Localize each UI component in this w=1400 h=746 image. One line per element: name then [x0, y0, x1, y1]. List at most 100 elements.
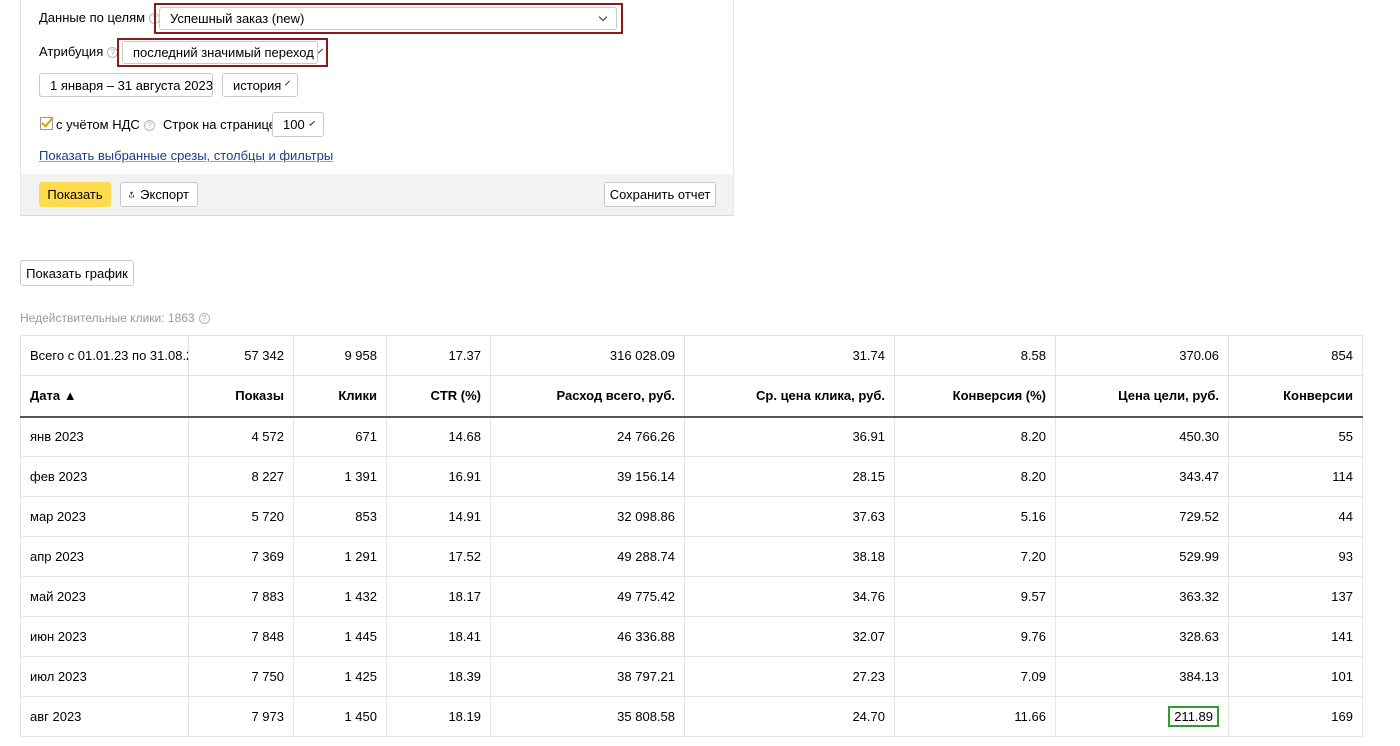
attribution-select[interactable]: последний значимый переход: [122, 41, 323, 64]
row-date: апр 2023: [20, 536, 189, 577]
table-cell: 450.30: [1055, 416, 1229, 457]
help-icon[interactable]: ?: [143, 120, 155, 132]
date-range-button[interactable]: 1 января – 31 августа 2023: [39, 73, 213, 97]
row-date: авг 2023: [20, 696, 189, 737]
column-header[interactable]: Дата ▲: [20, 375, 189, 418]
row-date: мар 2023: [20, 496, 189, 537]
table-cell: 101: [1228, 656, 1363, 697]
table-row: апр 2023 7 369 1 291 17.52 49 288.74 38.18 7.2…: [20, 536, 1363, 577]
attribution-select-value: последний значимый переход: [133, 45, 314, 60]
show-button[interactable]: Показать: [39, 182, 111, 207]
column-header[interactable]: CTR (%): [386, 375, 491, 418]
statistics-table: Всего с 01.01.23 по 31.08.23 57 342 9 958 1…: [20, 335, 1363, 737]
table-cell: 44: [1228, 496, 1363, 537]
show-chart-button[interactable]: Показать график: [20, 260, 134, 286]
table-cell: 27.23: [684, 656, 895, 697]
table-cell: 49 288.74: [490, 536, 685, 577]
table-cell: 7 848: [188, 616, 294, 657]
table-cell: 343.47: [1055, 456, 1229, 497]
chevron-down-icon: [308, 119, 315, 126]
table-cell: 7 973: [188, 696, 294, 737]
total-cell: 17.37: [386, 335, 491, 376]
row-date: июн 2023: [20, 616, 189, 657]
rows-per-page-label: Строк на странице: [163, 117, 277, 132]
table-cell: 328.63: [1055, 616, 1229, 657]
table-cell: 8 227: [188, 456, 294, 497]
table-cell: 853: [293, 496, 387, 537]
show-selected-filters-link[interactable]: Показать выбранные срезы, столбцы и филь…: [39, 148, 333, 163]
column-header[interactable]: Ср. цена клика, руб.: [684, 375, 895, 418]
table-total-row: Всего с 01.01.23 по 31.08.23 57 342 9 958 1…: [20, 335, 1363, 376]
table-cell: 14.68: [386, 416, 491, 457]
history-select[interactable]: история: [222, 73, 298, 97]
column-header[interactable]: Цена цели, руб.: [1055, 375, 1229, 418]
table-row: авг 2023 7 973 1 450 18.19 35 808.58 24.70 11.…: [20, 696, 1363, 737]
chevron-down-icon: [285, 80, 291, 86]
table-cell: 16.91: [386, 456, 491, 497]
table-cell: 11.66: [894, 696, 1056, 737]
column-header[interactable]: Показы: [188, 375, 294, 418]
column-header[interactable]: Конверсия (%): [894, 375, 1056, 418]
invalid-clicks-info: Недействительные клики: 1863?: [20, 311, 210, 325]
table-cell: 37.63: [684, 496, 895, 537]
goal-select[interactable]: Успешный заказ (new): [159, 7, 617, 30]
report-settings-panel: Данные по целям? Успешный заказ (new) Ат…: [20, 0, 734, 216]
table-cell: 35 808.58: [490, 696, 685, 737]
row-date: фев 2023: [20, 456, 189, 497]
vat-checkbox[interactable]: [40, 115, 53, 130]
invalid-clicks-text: Недействительные клики: 1863: [20, 311, 195, 325]
export-icon: [129, 191, 135, 198]
table-cell: 1 450: [293, 696, 387, 737]
table-cell: 18.39: [386, 656, 491, 697]
total-cell: 31.74: [684, 335, 895, 376]
column-header[interactable]: Конверсии: [1228, 375, 1363, 418]
table-cell: 529.99: [1055, 536, 1229, 577]
table-cell: 24.70: [684, 696, 895, 737]
chevron-down-icon: [598, 12, 608, 21]
attribution-label: Атрибуция?: [39, 44, 119, 59]
export-button[interactable]: Экспорт: [120, 182, 198, 207]
rows-per-page-select[interactable]: 100: [272, 112, 324, 137]
total-cell: 57 342: [188, 335, 294, 376]
table-cell: 8.20: [894, 416, 1056, 457]
row-date: янв 2023: [20, 416, 189, 457]
table-cell: 14.91: [386, 496, 491, 537]
table-row: май 2023 7 883 1 432 18.17 49 775.42 34.76 9.5…: [20, 576, 1363, 617]
table-cell: 38.18: [684, 536, 895, 577]
column-header[interactable]: Расход всего, руб.: [490, 375, 685, 418]
attribution-label-text: Атрибуция: [39, 44, 104, 59]
table-cell: 5 720: [188, 496, 294, 537]
total-cell: 370.06: [1055, 335, 1229, 376]
save-report-button[interactable]: Сохранить отчет: [604, 182, 716, 207]
rows-per-page-value: 100: [283, 117, 305, 132]
table-cell: 1 425: [293, 656, 387, 697]
table-cell: 55: [1228, 416, 1363, 457]
total-cell: 854: [1228, 335, 1363, 376]
show-button-label: Показать: [47, 187, 103, 202]
table-cell: 18.41: [386, 616, 491, 657]
goal-label: Данные по целям?: [39, 10, 161, 25]
table-cell: 4 572: [188, 416, 294, 457]
table-row: фев 2023 8 227 1 391 16.91 39 156.14 28.15 8.2…: [20, 456, 1363, 497]
table-cell: 7 883: [188, 576, 294, 617]
table-cell: 36.91: [684, 416, 895, 457]
check-icon: [41, 115, 53, 128]
highlighted-cell: 211.89: [1055, 696, 1229, 737]
table-cell: 24 766.26: [490, 416, 685, 457]
table-cell: 38 797.21: [490, 656, 685, 697]
column-header[interactable]: Клики: [293, 375, 387, 418]
table-cell: 1 432: [293, 576, 387, 617]
help-icon[interactable]: ?: [198, 313, 210, 325]
table-cell: 32.07: [684, 616, 895, 657]
vat-label-text: с учётом НДС: [56, 117, 140, 132]
table-row: июн 2023 7 848 1 445 18.41 46 336.88 32.07 9.7…: [20, 616, 1363, 657]
table-cell: 141: [1228, 616, 1363, 657]
table-cell: 39 156.14: [490, 456, 685, 497]
table-cell: 1 291: [293, 536, 387, 577]
table-cell: 7.09: [894, 656, 1056, 697]
save-report-label: Сохранить отчет: [609, 187, 711, 202]
table-row: июл 2023 7 750 1 425 18.39 38 797.21 27.23 7.0…: [20, 656, 1363, 697]
table-cell: 46 336.88: [490, 616, 685, 657]
table-cell: 93: [1228, 536, 1363, 577]
table-cell: 1 391: [293, 456, 387, 497]
